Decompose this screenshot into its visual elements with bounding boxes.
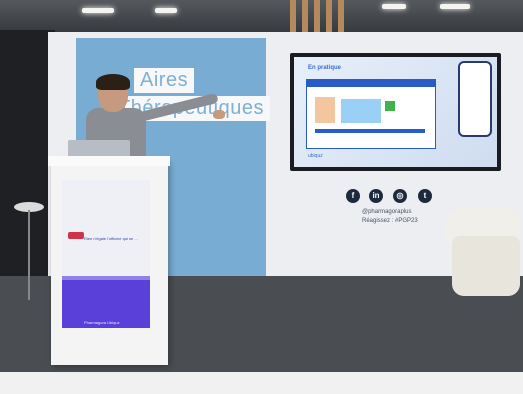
linkedin-icon: in xyxy=(369,189,383,203)
ceiling-light xyxy=(82,8,114,13)
wood-slat xyxy=(326,0,332,32)
instagram-icon: ◎ xyxy=(393,189,407,203)
facebook-icon: f xyxy=(346,189,360,203)
wall-title-line1: Aires xyxy=(134,68,195,93)
social-handle: @pharmagoraplus xyxy=(362,209,412,215)
ceiling-light xyxy=(155,8,177,13)
lectern-screen-text: Rien n'égale l'officine qui se ... xyxy=(84,236,138,241)
lectern-screen: Rien n'égale l'officine qui se ... Pharm… xyxy=(62,180,150,328)
tv-window-bar xyxy=(307,80,435,87)
speaker-hair xyxy=(96,74,130,90)
wood-slat xyxy=(314,0,320,32)
tv-app-window xyxy=(306,79,436,149)
armchair-seat xyxy=(452,236,520,296)
stage-edge xyxy=(0,372,523,394)
wood-slat xyxy=(338,0,344,32)
stool-leg xyxy=(28,210,30,300)
tv-phone-mockup xyxy=(458,61,492,137)
twitter-icon: t xyxy=(418,189,432,203)
tv-screen: En pratique ubiquz xyxy=(294,57,497,167)
photo-scene: Aires Thérapeutiques En pratique ubiquz … xyxy=(0,0,523,394)
tv-illustration xyxy=(315,97,425,133)
lectern-top xyxy=(48,156,170,166)
speaker-hand xyxy=(213,110,225,119)
car-icon xyxy=(68,232,84,239)
lectern-screen-footer: Pharmagora Ubiquz xyxy=(84,320,120,325)
ceiling-light xyxy=(382,4,406,9)
wood-slat xyxy=(290,0,296,32)
tv-footer: ubiquz xyxy=(308,153,323,159)
ceiling-light xyxy=(440,4,470,9)
social-hashtag: Réagissez : #PGP23 xyxy=(362,218,418,224)
tv-heading: En pratique xyxy=(308,65,342,71)
wood-slat xyxy=(302,0,308,32)
